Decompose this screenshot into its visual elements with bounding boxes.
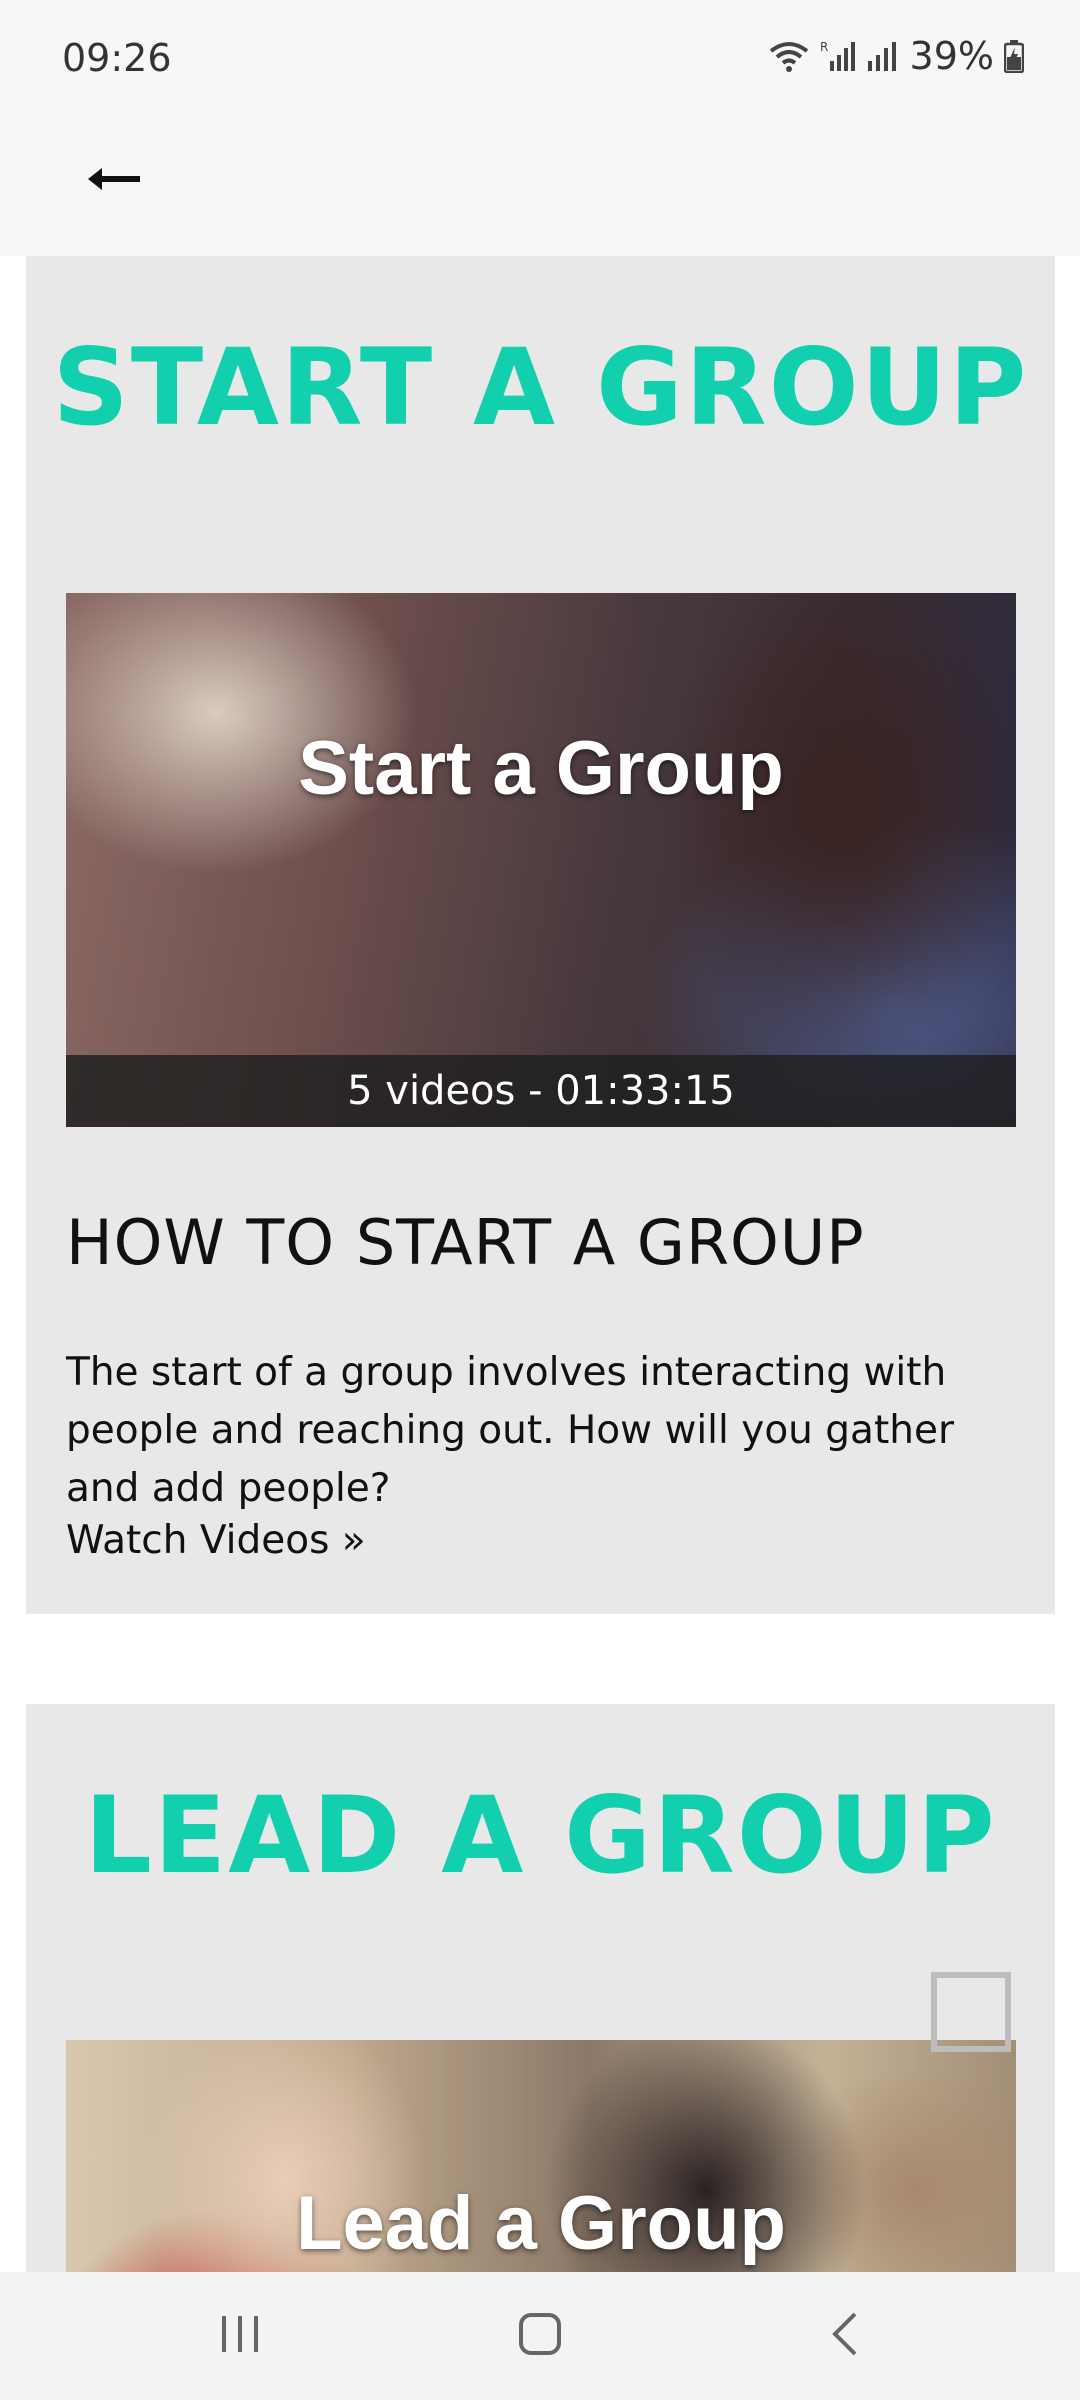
status-time: 09:26 [62,36,172,80]
watch-videos-link[interactable]: Watch Videos » [66,1518,366,1563]
recents-icon [218,2314,262,2359]
recents-button[interactable] [200,2306,280,2366]
lead-group-card: LEAD A GROUP Lead a Group [26,1704,1055,2272]
arrow-left-icon [88,164,142,199]
home-button[interactable] [500,2306,580,2366]
app-bar [0,120,1080,256]
video-thumbnail[interactable]: Start a Group 5 videos - 01:33:15 [66,593,1016,1127]
back-button[interactable] [80,146,150,216]
section-title: HOW TO START A GROUP [66,1206,865,1279]
home-icon [518,2312,562,2361]
battery-icon [1004,39,1024,73]
status-icons: R 39% [768,34,1024,78]
video-thumbnail[interactable]: Lead a Group [66,2040,1016,2272]
section-description: The start of a group involves interactin… [66,1350,954,1511]
navigation-bar [0,2272,1080,2400]
card-heading: START A GROUP [52,326,1029,449]
thumbnail-caption: 5 videos - 01:33:15 [66,1055,1016,1127]
svg-text:R: R [820,40,828,54]
wifi-icon [768,39,810,73]
battery-percent: 39% [909,34,994,78]
card-heading: LEAD A GROUP [84,1774,997,1897]
thumbnail-title: Lead a Group [296,2181,786,2266]
content-scroll[interactable]: START A GROUP Start a Group 5 videos - 0… [0,256,1080,2272]
start-group-card: START A GROUP Start a Group 5 videos - 0… [26,256,1055,1614]
nav-back-button[interactable] [804,2306,884,2366]
signal-icon [866,39,900,73]
signal-icon: R [820,39,856,73]
chevron-left-icon [829,2311,859,2362]
status-bar: 09:26 R 39% [0,0,1080,120]
overlay-box[interactable] [931,1972,1011,2052]
thumbnail-title: Start a Group [298,726,784,811]
